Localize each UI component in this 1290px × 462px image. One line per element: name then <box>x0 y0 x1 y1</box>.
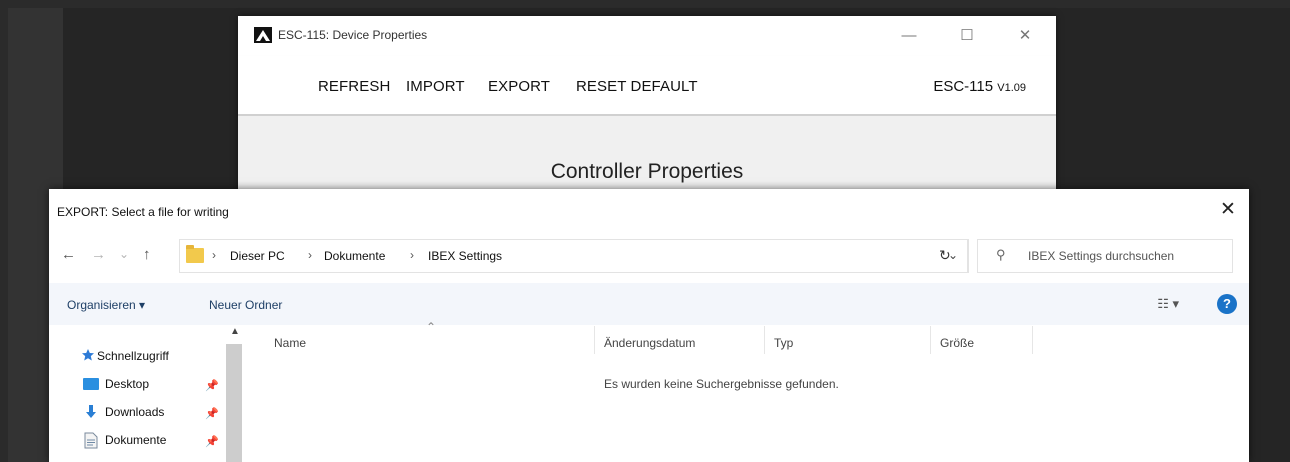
search-icon: ⚲ <box>996 247 1006 262</box>
column-divider[interactable] <box>594 326 595 354</box>
nav-item-quick-access[interactable]: Schnellzugriff <box>97 349 169 363</box>
navigation-pane: ▲ Schnellzugriff Desktop 📌 Downloads 📌 D… <box>49 326 244 462</box>
nav-item-downloads[interactable]: Downloads <box>105 405 164 419</box>
column-divider[interactable] <box>764 326 765 354</box>
file-list: ⌃ Name Änderungsdatum Typ Größe Es wurde… <box>244 320 1249 462</box>
device-toolbar: REFRESH IMPORT EXPORT RESET DEFAULT ESC-… <box>238 56 1056 116</box>
device-properties-window: ESC-115: Device Properties — ☐ ✕ REFRESH… <box>238 16 1056 206</box>
column-header-name[interactable]: Name <box>274 336 306 350</box>
star-icon <box>82 349 94 361</box>
breadcrumb-separator: › <box>308 248 312 262</box>
device-version-label: ESC-115 V1.09 <box>933 78 1026 95</box>
view-options-icon[interactable]: ☷ ▾ <box>1157 296 1179 312</box>
import-button[interactable]: IMPORT <box>406 78 465 95</box>
breadcrumb-ibex-settings[interactable]: IBEX Settings <box>428 249 502 263</box>
forward-button[interactable]: → <box>91 246 106 263</box>
export-file-dialog: EXPORT: Select a file for writing ✕ ← → … <box>49 189 1249 462</box>
refresh-icon: ↻ <box>939 247 951 263</box>
document-icon <box>84 432 98 449</box>
controller-properties-heading: Controller Properties <box>550 160 744 183</box>
new-folder-button[interactable]: Neuer Ordner <box>209 298 282 312</box>
downloads-arrow-icon <box>86 405 96 418</box>
firmware-version: V1.09 <box>997 82 1026 94</box>
pin-icon: 📌 <box>205 380 219 392</box>
breadcrumb-dokumente[interactable]: Dokumente <box>324 249 385 263</box>
column-divider[interactable] <box>930 326 931 354</box>
export-button[interactable]: EXPORT <box>488 78 550 95</box>
pin-icon: 📌 <box>205 436 219 448</box>
empty-results-message: Es wurden keine Suchergebnisse gefunden. <box>604 377 839 391</box>
app-logo-icon <box>254 27 272 43</box>
address-row: ← → ⌄ ↑ › Dieser PC › Dokumente › IBEX S… <box>49 235 1249 275</box>
column-header-type[interactable]: Typ <box>774 336 793 350</box>
breadcrumb-separator: › <box>410 248 414 262</box>
column-divider[interactable] <box>1032 326 1033 354</box>
folder-icon <box>186 245 204 263</box>
search-input[interactable]: ⚲ IBEX Settings durchsuchen <box>977 239 1233 273</box>
organize-menu[interactable]: Organisieren ▾ <box>67 298 145 312</box>
refresh-location-button[interactable]: ↻ <box>927 239 968 273</box>
help-icon[interactable]: ? <box>1217 294 1237 314</box>
dialog-title: EXPORT: Select a file for writing <box>57 205 229 219</box>
close-button[interactable]: ✕ <box>1010 24 1040 48</box>
breadcrumb-dieser-pc[interactable]: Dieser PC <box>230 249 285 263</box>
device-window-title: ESC-115: Device Properties <box>278 28 428 42</box>
column-header-modified[interactable]: Änderungsdatum <box>604 336 695 350</box>
sort-ascending-icon: ⌃ <box>426 320 437 334</box>
minimize-button[interactable]: — <box>894 24 924 48</box>
refresh-button[interactable]: REFRESH <box>318 78 390 95</box>
scrollbar[interactable] <box>226 344 242 462</box>
up-button[interactable]: ↑ <box>143 246 151 263</box>
nav-item-desktop[interactable]: Desktop <box>105 377 149 391</box>
maximize-button[interactable]: ☐ <box>952 24 982 48</box>
pin-icon: 📌 <box>205 408 219 420</box>
dialog-close-button[interactable]: ✕ <box>1213 197 1243 223</box>
search-placeholder: IBEX Settings durchsuchen <box>1028 249 1175 263</box>
reset-default-button[interactable]: RESET DEFAULT <box>576 78 698 95</box>
address-bar[interactable]: › Dieser PC › Dokumente › IBEX Settings … <box>179 239 969 273</box>
back-button[interactable]: ← <box>61 246 76 263</box>
breadcrumb-separator: › <box>212 248 216 262</box>
command-bar: Organisieren ▾ Neuer Ordner ☷ ▾ ? <box>49 283 1249 325</box>
device-model: ESC-115 <box>933 78 994 95</box>
recent-locations-dropdown[interactable]: ⌄ <box>119 247 129 261</box>
desktop-icon <box>83 378 99 390</box>
column-header-size[interactable]: Größe <box>940 336 974 350</box>
scroll-up-arrow-icon[interactable]: ▲ <box>227 326 243 342</box>
nav-item-documents[interactable]: Dokumente <box>105 433 166 447</box>
device-titlebar: ESC-115: Device Properties — ☐ ✕ <box>238 16 1056 56</box>
